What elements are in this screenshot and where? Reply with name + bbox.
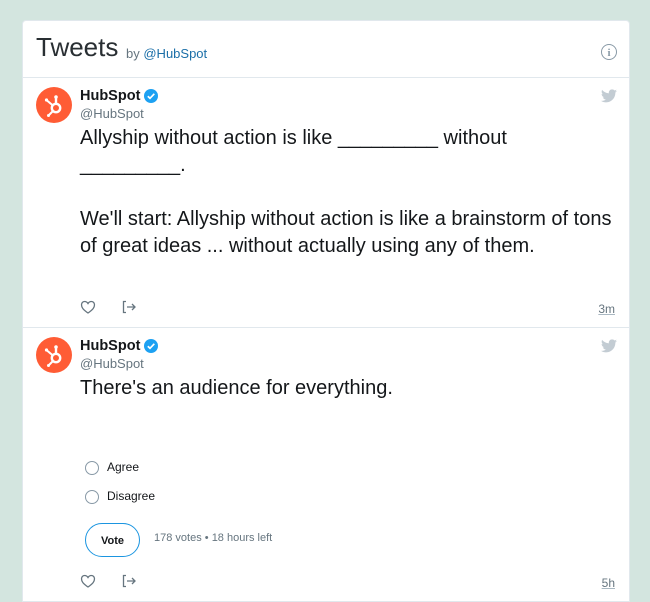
hubspot-logo-icon [44, 95, 62, 117]
tweet-timestamp[interactable]: 3m [598, 302, 615, 316]
tweet: HubSpot @HubSpot Allyship without action… [23, 78, 629, 328]
info-icon[interactable]: i [601, 44, 617, 60]
poll-separator: • [204, 532, 209, 544]
verified-badge-icon [144, 89, 158, 103]
avatar[interactable] [36, 87, 72, 123]
author-handle[interactable]: @HubSpot [80, 356, 144, 371]
timeline-header: Tweets by @HubSpot i [23, 21, 629, 78]
tweet-actions: 3m [80, 297, 615, 317]
poll-votes: 178 votes [154, 532, 202, 544]
timeline-byline: by @HubSpot [126, 46, 207, 61]
poll-option-label: Disagree [107, 489, 156, 503]
twitter-bird-icon[interactable] [601, 339, 617, 353]
author-handle[interactable]: @HubSpot [80, 106, 144, 121]
poll-option-agree[interactable]: Agree [85, 455, 585, 483]
poll-radio[interactable] [85, 490, 99, 504]
poll: Agree Disagree [85, 455, 585, 513]
byline-prefix: by [126, 46, 140, 61]
poll-meta: 178 votes • 18 hours left [154, 532, 272, 544]
avatar[interactable] [36, 337, 72, 373]
tweet-actions: 5h [80, 571, 615, 591]
twitter-timeline-widget: Tweets by @HubSpot i HubSpot @HubSpot Al… [22, 20, 630, 602]
twitter-bird-icon[interactable] [601, 89, 617, 103]
poll-option-label: Agree [107, 460, 140, 474]
author-name[interactable]: HubSpot [80, 88, 140, 104]
author-name[interactable]: HubSpot [80, 338, 140, 354]
hubspot-logo-icon [44, 345, 62, 367]
byline-handle-link[interactable]: @HubSpot [143, 46, 207, 61]
tweet-text: There's an audience for everything. [80, 377, 393, 399]
heart-icon[interactable] [80, 299, 96, 315]
share-icon[interactable] [121, 299, 137, 315]
poll-radio[interactable] [85, 461, 99, 475]
tweet: HubSpot @HubSpot There's an audience for… [23, 328, 629, 601]
tweet-timestamp[interactable]: 5h [602, 576, 615, 590]
poll-option-disagree[interactable]: Disagree [85, 484, 585, 512]
vote-button[interactable]: Vote [85, 523, 140, 557]
tweet-text: Allyship without action is like ________… [80, 127, 612, 257]
poll-time-left: 18 hours left [211, 532, 273, 544]
verified-badge-icon [144, 339, 158, 353]
timeline-title: Tweets [36, 32, 119, 62]
